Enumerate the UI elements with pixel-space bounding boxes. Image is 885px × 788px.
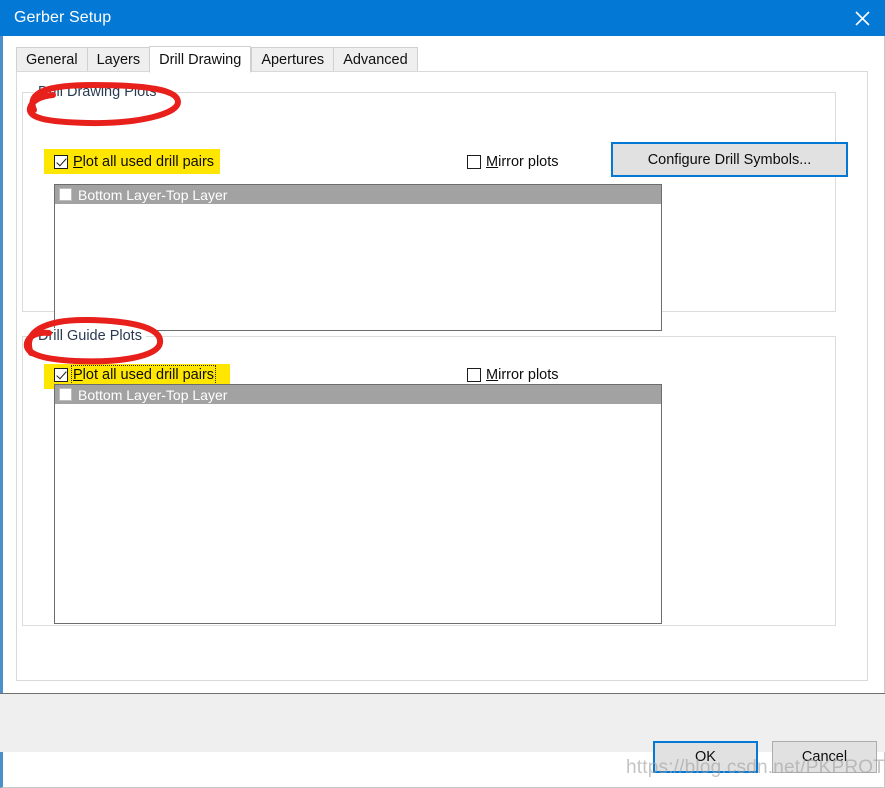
list-item[interactable]: Bottom Layer-Top Layer bbox=[55, 185, 661, 204]
tab-general-label: General bbox=[26, 51, 78, 68]
list-item-checkbox[interactable] bbox=[59, 188, 72, 201]
list-item[interactable]: Bottom Layer-Top Layer bbox=[55, 385, 661, 404]
checkbox-box bbox=[467, 368, 481, 382]
dialog-body: General Layers Drill Drawing Apertures A… bbox=[0, 36, 885, 788]
accel-letter: P bbox=[73, 367, 83, 383]
tab-apertures[interactable]: Apertures bbox=[251, 47, 334, 72]
label-rest: irror plots bbox=[498, 367, 559, 383]
group-drill-guide-plots-label: Drill Guide Plots bbox=[34, 328, 146, 344]
listbox-drill-guide-pairs[interactable]: Bottom Layer-Top Layer bbox=[54, 384, 662, 624]
list-item-checkbox[interactable] bbox=[59, 388, 72, 401]
checkbox-label: Mirror plots bbox=[486, 367, 559, 383]
ok-button-label: OK bbox=[695, 749, 716, 765]
accel-letter: M bbox=[486, 154, 499, 170]
label-rest: lot all used drill pairs bbox=[82, 367, 215, 383]
tab-advanced-label: Advanced bbox=[343, 51, 408, 68]
checkbox-plot-all-used-drill-pairs-drawing[interactable]: Plot all used drill pairs bbox=[54, 154, 214, 170]
checkbox-box bbox=[467, 155, 481, 169]
close-icon bbox=[854, 10, 870, 26]
checkbox-plot-all-used-drill-pairs-guide[interactable]: Plot all used drill pairs bbox=[54, 365, 217, 385]
tab-layers-label: Layers bbox=[96, 51, 141, 68]
ok-button[interactable]: OK bbox=[653, 741, 758, 773]
listbox-drill-drawing-pairs[interactable]: Bottom Layer-Top Layer bbox=[54, 184, 662, 331]
checkbox-box bbox=[54, 155, 68, 169]
title-bar: Gerber Setup bbox=[0, 0, 885, 36]
checkbox-box bbox=[54, 368, 68, 382]
group-drill-drawing-plots-label: Drill Drawing Plots bbox=[34, 84, 161, 100]
checkbox-label: Plot all used drill pairs bbox=[73, 154, 214, 170]
accel-letter: M bbox=[486, 367, 499, 383]
tab-apertures-label: Apertures bbox=[261, 51, 325, 68]
accel-letter: P bbox=[73, 154, 83, 170]
list-item-label: Bottom Layer-Top Layer bbox=[78, 186, 228, 203]
label-rest: lot all used drill pairs bbox=[82, 154, 215, 170]
cancel-button-label: Cancel bbox=[801, 749, 848, 765]
gerber-setup-dialog: Gerber Setup General Layers Drill Drawin… bbox=[0, 0, 885, 788]
label-rest: irror plots bbox=[498, 154, 559, 170]
tab-layers[interactable]: Layers bbox=[86, 47, 150, 72]
cancel-button[interactable]: Cancel bbox=[772, 741, 877, 773]
checkbox-mirror-plots-guide[interactable]: Mirror plots bbox=[467, 367, 559, 383]
tab-drill-drawing[interactable]: Drill Drawing bbox=[149, 46, 252, 73]
checkbox-mirror-plots-drawing[interactable]: Mirror plots bbox=[467, 154, 559, 170]
tab-general[interactable]: General bbox=[16, 47, 87, 72]
tab-advanced[interactable]: Advanced bbox=[333, 47, 418, 72]
list-item-label: Bottom Layer-Top Layer bbox=[78, 386, 228, 403]
configure-drill-symbols-button[interactable]: Configure Drill Symbols... bbox=[611, 142, 848, 177]
window-title: Gerber Setup bbox=[14, 9, 112, 26]
tab-strip: General Layers Drill Drawing Apertures A… bbox=[16, 46, 418, 73]
checkbox-label: Plot all used drill pairs bbox=[70, 365, 217, 385]
configure-drill-symbols-label: Configure Drill Symbols... bbox=[647, 151, 812, 168]
tab-drill-drawing-label: Drill Drawing bbox=[159, 51, 242, 68]
close-button[interactable] bbox=[839, 0, 885, 36]
checkbox-label: Mirror plots bbox=[486, 154, 559, 170]
